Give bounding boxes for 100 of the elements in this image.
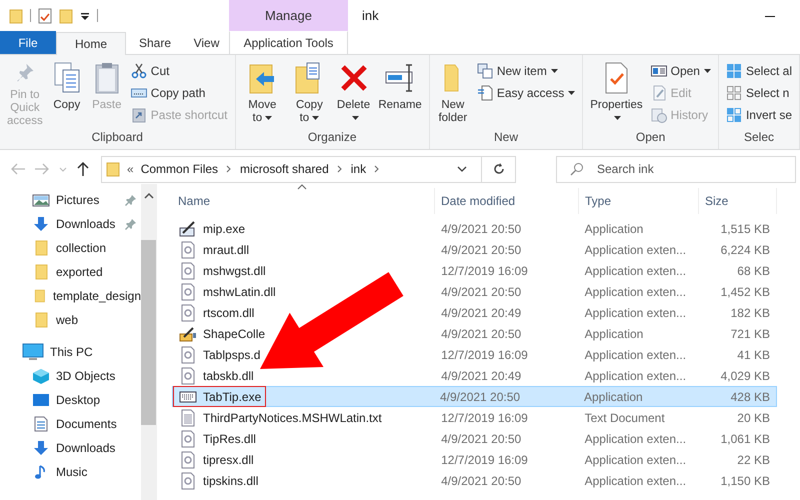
column-header[interactable]: Type — [579, 188, 699, 214]
file-name: tipresx.dll — [203, 452, 254, 466]
file-row[interactable]: ShapeColle 4/9/2021 20:50 Application 721 KB — [172, 323, 777, 344]
type-cell-text: Text Document — [584, 410, 666, 424]
file-name: TabTip.exe — [203, 390, 262, 404]
date-cell-text: 4/9/2021 20:49 — [440, 306, 522, 320]
date-cell-text: 12/7/2019 16:09 — [440, 264, 529, 278]
ribbon-button[interactable]: Copy path — [128, 83, 230, 103]
ribbon-button[interactable]: Copy to — [287, 59, 332, 130]
nav-item[interactable]: Music — [0, 460, 141, 484]
file-name: ShapeColle — [203, 326, 266, 340]
date-cell-text: 4/9/2021 20:50 — [439, 390, 522, 404]
file-row[interactable]: tabskb.dll 4/9/2021 20:49 Application exten... 4,029 KB — [172, 365, 777, 386]
group-label: Clipboard — [90, 130, 144, 146]
scrollbar[interactable] — [141, 184, 156, 500]
date-cell-text: 4/9/2021 20:50 — [440, 326, 522, 340]
address-bar[interactable]: « Common Files microsoft shared ink — [101, 156, 516, 182]
nav-item[interactable]: template_design — [0, 284, 141, 308]
file-row[interactable]: mshwgst.dll 12/7/2019 16:09 Application exten... 68 KB — [172, 260, 777, 281]
nav-item[interactable]: exported — [0, 260, 141, 284]
breadcrumb[interactable]: Common Files — [140, 162, 218, 176]
nav-item[interactable]: Pictures — [0, 188, 141, 212]
customize-dropdown-icon[interactable] — [80, 10, 90, 20]
pin-icon[interactable] — [125, 218, 137, 230]
file-row[interactable]: TipRes.dll 4/9/2021 20:50 Application exten... 1,061 KB — [172, 428, 777, 449]
context-tab-header: Manage — [229, 0, 348, 31]
file-row[interactable]: TabTip.exe 4/9/2021 20:50 Application 428 KB — [172, 386, 777, 407]
nav-item[interactable]: 3D Objects — [0, 364, 141, 388]
chevron-right-icon[interactable] — [336, 164, 344, 174]
file-row[interactable]: ThirdPartyNotices.MSHWLatin.txt 12/7/2019 16:09 Text Document 20 KB — [172, 407, 777, 428]
size-cell-text: 41 KB — [736, 348, 771, 362]
nav-item[interactable]: Documents — [0, 412, 141, 436]
file-name: TipRes.dll — [203, 432, 256, 446]
ribbon-tab[interactable]: Application Tools — [229, 31, 348, 54]
ribbon-button[interactable]: New item — [474, 61, 578, 81]
nav-item[interactable]: Downloads — [0, 212, 141, 236]
nav-item[interactable]: Desktop — [0, 388, 141, 412]
chevron-right-icon[interactable] — [373, 164, 382, 174]
scissors-icon — [130, 63, 147, 79]
folder-icon[interactable] — [9, 8, 23, 24]
checklist-icon[interactable] — [38, 8, 52, 24]
breadcrumb[interactable]: ink — [350, 162, 366, 176]
refresh-icon[interactable] — [492, 162, 506, 176]
size-cell-text: 1,061 KB — [720, 432, 771, 446]
sort-chevron-icon — [297, 184, 307, 190]
pin-icon[interactable] — [125, 194, 137, 206]
desktop-icon — [32, 392, 50, 408]
scroll-up-icon[interactable] — [144, 192, 154, 200]
document-icon — [32, 416, 50, 432]
ribbon-button[interactable]: Open — [648, 61, 714, 81]
type-cell-text: Application exten... — [584, 432, 688, 446]
open-icon — [650, 63, 667, 79]
ribbon-button[interactable]: Rename — [375, 59, 425, 130]
nav-item[interactable]: This PC — [0, 340, 141, 364]
ribbon-tab[interactable]: Home — [56, 32, 126, 55]
ribbon-button[interactable]: Select n — [722, 83, 795, 103]
ribbon-button[interactable]: Cut — [128, 61, 230, 81]
download-arrow-icon — [32, 216, 50, 232]
group-label: Organize — [306, 130, 358, 146]
ribbon-tab[interactable]: File — [0, 31, 56, 54]
ribbon-button[interactable]: Invert se — [722, 105, 795, 125]
size-cell-text: 22 KB — [736, 452, 771, 466]
ribbon-button[interactable]: Properties — [587, 59, 646, 130]
size-cell-text: 182 KB — [730, 306, 771, 320]
picture-icon — [32, 192, 50, 208]
file-row[interactable]: Tablpsps.d 12/7/2019 16:09 Application exten... 41 KB — [172, 344, 777, 365]
column-header[interactable]: Name — [172, 188, 435, 214]
chevron-down-icon[interactable] — [456, 164, 468, 174]
text-file-icon — [179, 408, 197, 426]
file-row[interactable]: tipskins.dll 4/9/2021 20:50 Application exten... 1,150 KB — [172, 470, 777, 491]
ribbon-button[interactable]: Delete — [334, 59, 374, 130]
ribbon-button[interactable]: Select al — [722, 61, 795, 81]
column-header[interactable]: Date modified — [435, 188, 579, 214]
up-arrow-icon[interactable] — [76, 161, 90, 177]
file-row[interactable]: mshwLatin.dll 4/9/2021 20:50 Application exten... 1,452 KB — [172, 281, 777, 302]
ribbon-button[interactable]: Move to — [240, 59, 286, 130]
date-cell-text: 12/7/2019 16:09 — [440, 452, 529, 466]
scroll-thumb[interactable] — [141, 240, 156, 425]
folder-icon[interactable] — [59, 8, 73, 24]
date-cell-text: 4/9/2021 20:50 — [440, 432, 522, 446]
date-cell-text: 4/9/2021 20:50 — [440, 284, 522, 298]
nav-item[interactable]: collection — [0, 236, 141, 260]
nav-item[interactable]: Downloads — [0, 436, 141, 460]
file-name: rtscom.dll — [203, 306, 254, 320]
size-cell-text: 1,452 KB — [720, 284, 771, 298]
ribbon-button[interactable]: Easy access — [474, 83, 578, 103]
date-cell-text: 12/7/2019 16:09 — [440, 410, 529, 424]
ribbon-button[interactable]: Copy — [48, 59, 86, 130]
nav-item[interactable]: web — [0, 308, 141, 332]
file-row[interactable]: mraut.dll 4/9/2021 20:50 Application exten... 6,224 KB — [172, 239, 777, 260]
breadcrumb[interactable]: microsoft shared — [240, 162, 329, 176]
file-row[interactable]: rtscom.dll 4/9/2021 20:49 Application exten... 182 KB — [172, 302, 777, 323]
column-header[interactable]: Size — [699, 188, 777, 214]
overflow-chevron[interactable]: « — [127, 162, 134, 176]
ribbon-button[interactable]: New folder — [434, 59, 472, 130]
chevron-right-icon[interactable] — [225, 164, 234, 174]
file-row[interactable]: mip.exe 4/9/2021 20:50 Application 1,515 KB — [172, 218, 777, 239]
file-name: mraut.dll — [203, 242, 250, 256]
search-field[interactable]: Search ink — [556, 156, 796, 182]
file-row[interactable]: tipresx.dll 12/7/2019 16:09 Application exten... 22 KB — [172, 449, 777, 470]
